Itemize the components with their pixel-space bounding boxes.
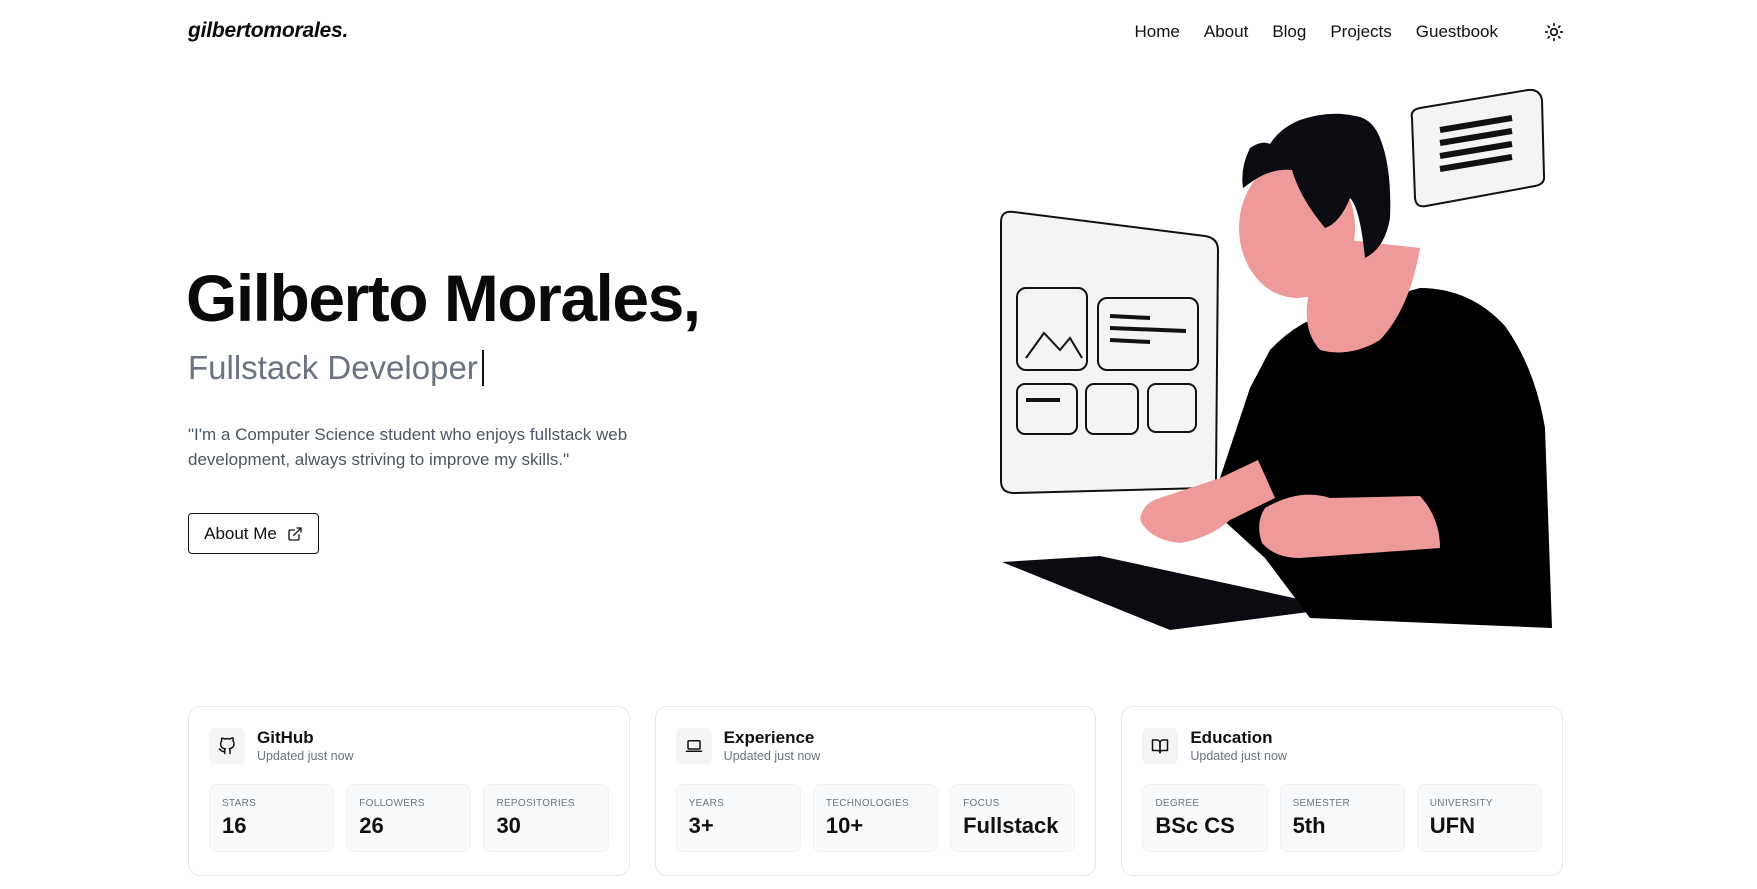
stat-value: 16: [222, 813, 247, 838]
stats-cards: GitHub Updated just now STARS 16 FOLLOWE…: [188, 706, 1564, 876]
education-card: Education Updated just now DEGREE BSc CS…: [1121, 706, 1564, 876]
nav-guestbook[interactable]: Guestbook: [1416, 22, 1498, 42]
external-link-icon: [288, 526, 302, 541]
hero-subtitle-text: Fullstack Developer: [188, 349, 478, 386]
nav-home[interactable]: Home: [1135, 22, 1180, 42]
stat-label: REPOSITORIES: [496, 798, 575, 809]
card-title: Education: [1190, 728, 1273, 747]
stat-stars: STARS 16: [209, 784, 335, 852]
stat-degree: DEGREE BSc CS: [1142, 784, 1268, 852]
card-title: GitHub: [257, 728, 314, 747]
main-nav: Home About Blog Projects Guestbook: [1135, 20, 1566, 44]
stat-value: 5th: [1292, 813, 1326, 838]
hero-title: Gilberto Morales,: [186, 261, 701, 335]
stat-label: SEMESTER: [1292, 798, 1350, 809]
stat-semester: SEMESTER 5th: [1279, 784, 1405, 852]
stat-value: 26: [359, 813, 384, 838]
card-updated: Updated just now: [1190, 749, 1287, 763]
developer-illustration: [1000, 88, 1552, 630]
site-logo[interactable]: gilbertomorales.: [188, 19, 348, 43]
stat-label: TECHNOLOGIES: [825, 798, 909, 809]
stat-value: 30: [496, 813, 521, 838]
stat-focus: FOCUS Fullstack: [950, 784, 1076, 852]
stat-years: YEARS 3+: [675, 784, 801, 852]
stat-followers: FOLLOWERS 26: [346, 784, 472, 852]
wireframe-card-illustration: [1000, 210, 1220, 495]
github-icon: [209, 728, 245, 764]
notes-card-illustration: [1410, 88, 1546, 208]
about-me-label: About Me: [204, 523, 277, 543]
site-header: gilbertomorales. Home About Blog Project…: [0, 0, 1757, 66]
stat-label: FOLLOWERS: [359, 798, 425, 809]
stat-repositories: REPOSITORIES 30: [483, 784, 609, 852]
hero-subtitle: Fullstack Developer: [188, 349, 484, 387]
stat-university: UNIVERSITY UFN: [1416, 784, 1542, 852]
stat-value: BSc CS: [1155, 813, 1235, 838]
theme-toggle-button[interactable]: [1542, 20, 1566, 44]
laptop-icon: [675, 728, 712, 764]
nav-blog[interactable]: Blog: [1272, 22, 1306, 42]
card-updated: Updated just now: [257, 749, 354, 763]
hero-quote: "I'm a Computer Science student who enjo…: [188, 425, 628, 469]
stat-label: FOCUS: [963, 798, 1000, 809]
stat-label: DEGREE: [1155, 798, 1200, 809]
stat-value: Fullstack: [963, 813, 1059, 838]
sun-icon: [1544, 22, 1564, 42]
typing-caret: [481, 350, 484, 386]
stat-value: 10+: [825, 813, 864, 838]
stat-technologies: TECHNOLOGIES 10+: [812, 784, 939, 852]
card-updated: Updated just now: [723, 749, 821, 763]
card-title: Experience: [723, 728, 815, 747]
nav-about[interactable]: About: [1204, 22, 1248, 42]
stat-label: YEARS: [688, 798, 725, 809]
stat-label: UNIVERSITY: [1429, 798, 1493, 809]
stat-label: STARS: [222, 798, 257, 809]
nav-projects[interactable]: Projects: [1330, 22, 1391, 42]
experience-card: Experience Updated just now YEARS 3+ TEC…: [654, 706, 1097, 876]
stat-value: UFN: [1429, 813, 1475, 838]
stat-value: 3+: [688, 813, 714, 838]
about-me-button[interactable]: About Me: [188, 513, 319, 554]
book-icon: [1142, 728, 1179, 764]
github-card: GitHub Updated just now STARS 16 FOLLOWE…: [188, 706, 630, 876]
